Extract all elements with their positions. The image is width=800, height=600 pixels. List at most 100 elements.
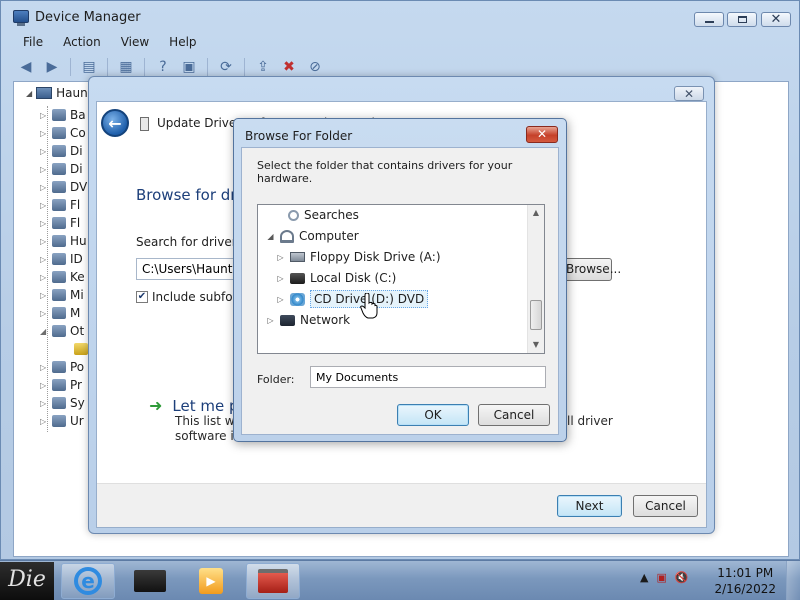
scroll-down-icon[interactable]: ▼	[528, 337, 544, 353]
device-category-item[interactable]: ▷ DV	[40, 178, 87, 196]
action-pane-icon[interactable]: ▣	[178, 57, 200, 77]
device-category-item[interactable]: ▷ Di	[40, 142, 83, 160]
device-category-item[interactable]: ◢ Ot	[40, 322, 84, 340]
show-hide-tree-icon[interactable]: ▤	[78, 57, 100, 77]
wizard-back-button[interactable]: ←	[101, 109, 129, 137]
collapse-icon[interactable]: ◢	[26, 89, 32, 98]
expand-icon[interactable]: ▷	[40, 291, 48, 300]
device-category-icon	[74, 343, 88, 355]
expand-icon[interactable]: ▷	[276, 253, 285, 262]
device-category-item[interactable]: ▷ Pr	[40, 376, 82, 394]
device-category-item[interactable]: ▷ Mi	[40, 286, 84, 304]
device-category-item[interactable]: ▷ Ba	[40, 106, 86, 124]
include-subfolders-checkbox[interactable]: ✔	[136, 291, 148, 303]
scroll-up-icon[interactable]: ▲	[528, 205, 544, 221]
tree-item-local-disk[interactable]: ▷ Local Disk (C:)	[276, 268, 396, 288]
browse-dialog-close-button[interactable]: ✕	[526, 126, 558, 143]
expand-icon[interactable]: ▷	[40, 363, 48, 372]
expand-icon[interactable]: ▷	[40, 399, 48, 408]
tree-item-floppy[interactable]: ▷ Floppy Disk Drive (A:)	[276, 247, 440, 267]
taskbar-explorer[interactable]	[123, 563, 177, 599]
device-category-item[interactable]: ▷ ID	[40, 250, 83, 268]
expand-icon[interactable]: ▷	[40, 237, 48, 246]
system-tray: ▲ ▣ 🔇	[640, 571, 689, 584]
taskbar-internet-explorer[interactable]: e	[61, 563, 115, 599]
tree-item-computer[interactable]: ◢ Computer	[266, 226, 358, 246]
network-status-icon[interactable]: ▣	[656, 571, 666, 584]
expand-icon[interactable]: ▷	[40, 273, 48, 282]
taskbar-device-manager[interactable]	[246, 563, 300, 599]
scan-hardware-icon[interactable]: ⟳	[215, 57, 237, 77]
next-button[interactable]: Next	[557, 495, 622, 517]
show-desktop-button[interactable]	[786, 561, 800, 600]
device-category-item[interactable]: ▷ Di	[40, 160, 83, 178]
device-category-item[interactable]: ▷ Fl	[40, 214, 80, 232]
device-category-item[interactable]: ▷ Fl	[40, 196, 80, 214]
expand-icon[interactable]: ▷	[40, 417, 48, 426]
include-subfolders-option[interactable]: ✔ Include subfold	[136, 290, 244, 304]
uninstall-icon[interactable]: ✖	[278, 57, 300, 77]
device-category-item[interactable]: ▷ M	[40, 304, 80, 322]
tree-item-cd-drive[interactable]: ▷ CD Drive (D:) DVD	[276, 289, 429, 309]
device-manager-titlebar[interactable]: Device Manager ✕	[1, 1, 799, 31]
tree-item-network[interactable]: ▷ Network	[266, 310, 350, 330]
expand-icon[interactable]: ▷	[40, 201, 48, 210]
menu-action[interactable]: Action	[53, 33, 111, 53]
maximize-button[interactable]	[727, 12, 757, 27]
folder-input[interactable]	[310, 366, 546, 388]
expand-icon[interactable]: ▷	[40, 147, 48, 156]
disable-device-icon[interactable]: ⊘	[304, 57, 326, 77]
tree-item-label: Network	[300, 313, 351, 327]
folder-tree[interactable]: Searches ◢ Computer ▷ Floppy Disk Drive …	[257, 204, 545, 354]
device-category-item[interactable]: ▷ Ke	[40, 268, 85, 286]
expand-icon[interactable]: ▷	[276, 295, 285, 304]
taskbar-media-player[interactable]: ▶	[184, 563, 238, 599]
volume-muted-icon[interactable]: 🔇	[675, 571, 689, 584]
expand-icon[interactable]: ▷	[266, 316, 275, 325]
scrollbar-thumb[interactable]	[530, 300, 542, 330]
menu-view[interactable]: View	[111, 33, 159, 53]
folder-tree-scrollbar[interactable]: ▲ ▼	[527, 205, 544, 353]
help-icon[interactable]: ?	[152, 57, 174, 77]
menu-file[interactable]: File	[13, 33, 53, 53]
device-category-item[interactable]: ▷ Po	[40, 358, 84, 376]
wizard-cancel-button[interactable]: Cancel	[633, 495, 698, 517]
device-category-item[interactable]: ▷ Hu	[40, 232, 87, 250]
device-category-item[interactable]: ▷ Co	[40, 124, 86, 142]
expand-icon[interactable]: ▷	[40, 129, 48, 138]
expand-icon[interactable]: ▷	[40, 219, 48, 228]
menu-bar: File Action View Help	[13, 33, 207, 53]
update-driver-icon[interactable]: ⇪	[252, 57, 274, 77]
browse-cancel-button[interactable]: Cancel	[478, 404, 550, 426]
close-button[interactable]: ✕	[761, 12, 791, 27]
tree-item-searches[interactable]: Searches	[288, 205, 359, 225]
expand-icon[interactable]: ▷	[276, 274, 285, 283]
collapse-icon[interactable]: ◢	[266, 232, 275, 241]
collapse-icon[interactable]: ◢	[40, 327, 48, 336]
start-button[interactable]: Die	[0, 562, 54, 600]
expand-icon[interactable]: ▷	[40, 309, 48, 318]
ok-button[interactable]: OK	[397, 404, 469, 426]
wizard-close-button[interactable]: ✕	[674, 86, 704, 101]
maximize-icon	[737, 16, 747, 23]
expand-icon[interactable]: ▷	[40, 165, 48, 174]
browse-dialog-title: Browse For Folder	[245, 129, 353, 143]
menu-help[interactable]: Help	[159, 33, 206, 53]
device-category-icon	[52, 127, 66, 139]
toolbar-separator	[107, 58, 108, 76]
clock[interactable]: 11:01 PM 2/16/2022	[714, 565, 776, 597]
expand-icon[interactable]: ▷	[40, 255, 48, 264]
green-arrow-icon: ➜	[149, 396, 163, 415]
expand-icon[interactable]: ▷	[40, 111, 48, 120]
clock-date: 2/16/2022	[714, 582, 776, 596]
expand-icon[interactable]: ▷	[40, 183, 48, 192]
back-arrow-icon[interactable]: ◀	[15, 57, 37, 77]
tree-root[interactable]: ◢ Haunt	[26, 86, 92, 100]
show-hidden-icons-icon[interactable]: ▲	[640, 571, 648, 584]
properties-icon[interactable]: ▦	[115, 57, 137, 77]
device-category-item[interactable]: ▷ Ur	[40, 412, 84, 430]
device-category-item[interactable]: ▷ Sy	[40, 394, 85, 412]
expand-icon[interactable]: ▷	[40, 381, 48, 390]
minimize-button[interactable]	[694, 12, 724, 27]
forward-arrow-icon[interactable]: ▶	[41, 57, 63, 77]
